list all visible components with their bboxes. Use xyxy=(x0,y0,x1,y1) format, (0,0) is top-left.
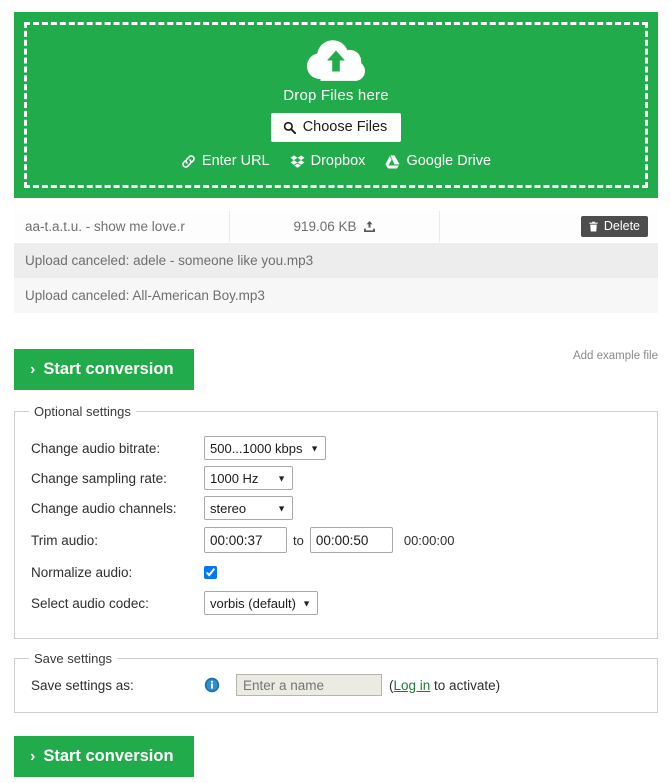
google-drive-label: Google Drive xyxy=(406,153,492,169)
save-settings-panel: Save settings Save settings as: (Log in … xyxy=(14,651,658,713)
choose-files-button[interactable]: Choose Files xyxy=(270,113,402,142)
upload-icon xyxy=(363,220,375,233)
optional-settings-rows: Change audio bitrate: 500...1000 kbps ▼ … xyxy=(15,419,657,619)
enter-url-label: Enter URL xyxy=(201,153,270,169)
row-bitrate: Change audio bitrate: 500...1000 kbps ▼ xyxy=(31,433,657,463)
audio-codec-select[interactable]: vorbis (default) xyxy=(204,591,318,615)
audio-channels-select[interactable]: stereo xyxy=(204,496,293,520)
start-conversion-button-top[interactable]: › Start conversion xyxy=(14,349,194,390)
search-icon xyxy=(283,121,296,134)
choose-files-label: Choose Files xyxy=(302,119,388,135)
optional-settings-legend: Optional settings xyxy=(34,404,131,419)
list-item: Upload canceled: All-American Boy.mp3 xyxy=(14,278,658,313)
trim-start-input[interactable] xyxy=(204,527,287,553)
list-item: Upload canceled: adele - someone like yo… xyxy=(14,243,658,278)
file-size-cell: 919.06 KB xyxy=(230,211,440,242)
file-name-cell: aa-t.a.t.u. - show me love.r xyxy=(14,211,230,242)
normalize-audio-checkbox[interactable] xyxy=(204,565,217,579)
file-actions-cell: Delete xyxy=(440,211,658,242)
chevron-right-icon: › xyxy=(30,747,36,765)
page-root: Drop Files here Choose Files Enter URL D… xyxy=(0,0,671,783)
info-icon[interactable] xyxy=(204,677,220,693)
chevron-right-icon: › xyxy=(30,360,36,378)
sampling-rate-select[interactable]: 1000 Hz xyxy=(204,466,293,490)
codec-select-wrap: vorbis (default) ▼ xyxy=(204,591,318,615)
bitrate-select[interactable]: 500...1000 kbps xyxy=(204,436,326,460)
dropbox-label: Dropbox xyxy=(310,153,366,169)
start-conversion-button-bottom[interactable]: › Start conversion xyxy=(14,736,194,777)
drop-files-label: Drop Files here xyxy=(283,87,389,104)
save-settings-legend: Save settings xyxy=(34,651,113,666)
trim-end-input[interactable] xyxy=(309,527,393,553)
codec-label: Select audio codec: xyxy=(31,595,149,611)
trim-duration-label: 00:00:00 xyxy=(403,532,455,548)
optional-settings-panel: Optional settings Change audio bitrate: … xyxy=(14,404,658,639)
start-conversion-label: Start conversion xyxy=(43,360,174,378)
start-conversion-label: Start conversion xyxy=(43,747,174,765)
external-sources-row: Enter URL Dropbox Google Drive xyxy=(181,153,491,169)
trash-icon xyxy=(589,221,598,231)
row-channels: Change audio channels: stereo ▼ xyxy=(31,493,657,523)
log-in-link[interactable]: Log in xyxy=(394,678,431,693)
google-drive-button[interactable]: Google Drive xyxy=(385,153,491,169)
bitrate-select-wrap: 500...1000 kbps ▼ xyxy=(204,436,326,460)
google-drive-icon xyxy=(385,154,400,169)
dropzone-dashed-area[interactable]: Drop Files here Choose Files Enter URL D… xyxy=(24,22,648,188)
trim-label: Trim audio: xyxy=(31,532,99,548)
activate-suffix: to activate) xyxy=(430,677,501,693)
activate-hint: (Log in to activate) xyxy=(389,678,500,693)
cloud-upload-icon xyxy=(307,40,365,81)
sampling-label: Change sampling rate: xyxy=(31,470,167,486)
channels-label: Change audio channels: xyxy=(31,500,177,516)
delete-button[interactable]: Delete xyxy=(580,216,648,237)
save-settings-label: Save settings as: xyxy=(31,677,134,693)
channels-select-wrap: stereo ▼ xyxy=(204,496,293,520)
trim-separator-label: to xyxy=(293,532,304,548)
dropbox-button[interactable]: Dropbox xyxy=(290,153,366,169)
normalize-label: Normalize audio: xyxy=(31,564,133,580)
dropzone[interactable]: Drop Files here Choose Files Enter URL D… xyxy=(14,12,658,198)
row-save-settings: Save settings as: (Log in to activate) xyxy=(31,670,657,700)
row-trim: Trim audio: to 00:00:00 xyxy=(31,523,657,557)
link-icon xyxy=(182,154,195,168)
sampling-select-wrap: 1000 Hz ▼ xyxy=(204,466,293,490)
upload-canceled-label: Upload canceled: adele - someone like yo… xyxy=(25,253,314,268)
dropbox-icon xyxy=(290,154,305,168)
file-list: aa-t.a.t.u. - show me love.r 919.06 KB D… xyxy=(14,211,658,313)
add-example-file-link[interactable]: Add example file xyxy=(573,350,658,362)
row-sampling: Change sampling rate: 1000 Hz ▼ xyxy=(31,463,657,493)
file-size-label: 919.06 KB xyxy=(293,219,357,234)
table-row[interactable]: aa-t.a.t.u. - show me love.r 919.06 KB D… xyxy=(14,211,658,243)
row-normalize: Normalize audio: xyxy=(31,557,657,587)
bitrate-label: Change audio bitrate: xyxy=(31,440,161,456)
save-settings-name-input[interactable] xyxy=(236,674,382,696)
row-codec: Select audio codec: vorbis (default) ▼ xyxy=(31,587,657,619)
enter-url-button[interactable]: Enter URL xyxy=(181,153,270,169)
upload-canceled-label: Upload canceled: All-American Boy.mp3 xyxy=(25,288,265,303)
delete-label: Delete xyxy=(603,219,640,233)
